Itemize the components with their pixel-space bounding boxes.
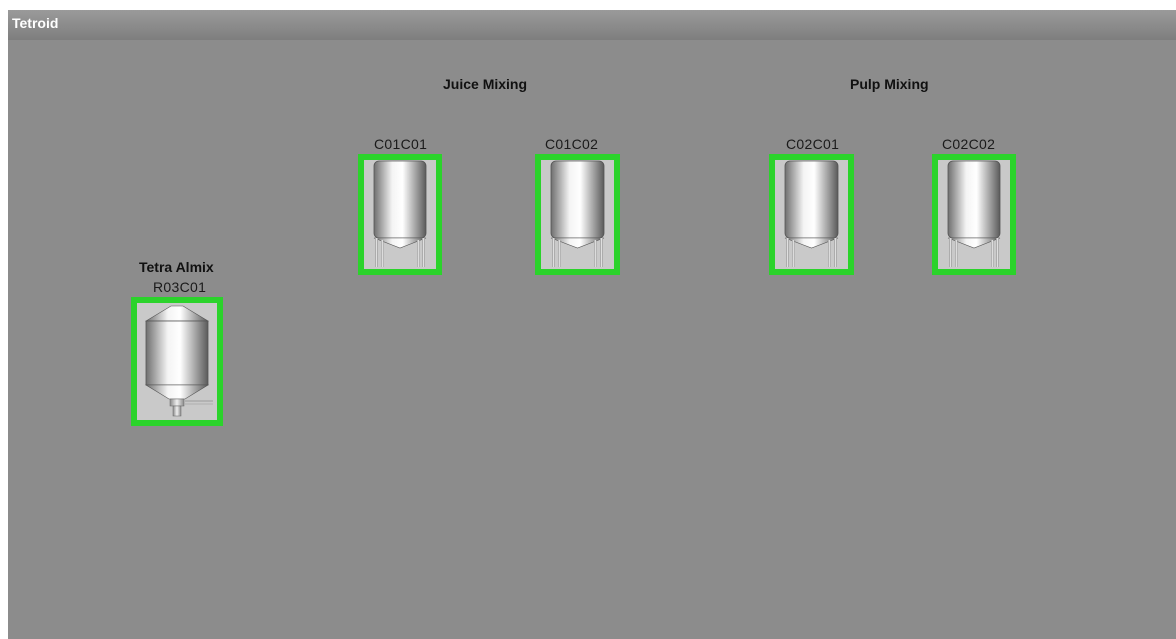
tank-label-r03c01: R03C01	[153, 279, 207, 295]
mixing-tank-icon	[938, 160, 1010, 269]
tank-tile-c02c02[interactable]	[932, 154, 1016, 275]
group-title-juice-mixing: Juice Mixing	[443, 76, 528, 92]
group-title-pulp-mixing: Pulp Mixing	[850, 76, 929, 92]
app-title: Tetroid	[12, 15, 59, 31]
tank-label-c02c02: C02C02	[942, 136, 996, 152]
mixing-tank-icon	[541, 160, 614, 269]
tank-label-c01c01: C01C01	[374, 136, 428, 152]
almix-tank-icon	[137, 303, 217, 420]
tank-label-c02c01: C02C01	[786, 136, 840, 152]
title-bar: Tetroid	[8, 10, 1176, 40]
tank-tile-r03c01[interactable]	[131, 297, 223, 426]
tank-tile-c01c01[interactable]	[358, 154, 442, 275]
app-window: Tetroid Juice Mixing Pulp Mixing Tetra A…	[8, 10, 1176, 639]
group-title-tetra-almix: Tetra Almix	[139, 259, 214, 275]
mixing-tank-icon	[364, 160, 436, 269]
tank-tile-c02c01[interactable]	[769, 154, 854, 275]
tank-label-c01c02: C01C02	[545, 136, 599, 152]
tank-tile-c01c02[interactable]	[535, 154, 620, 275]
mixing-tank-icon	[775, 160, 848, 269]
